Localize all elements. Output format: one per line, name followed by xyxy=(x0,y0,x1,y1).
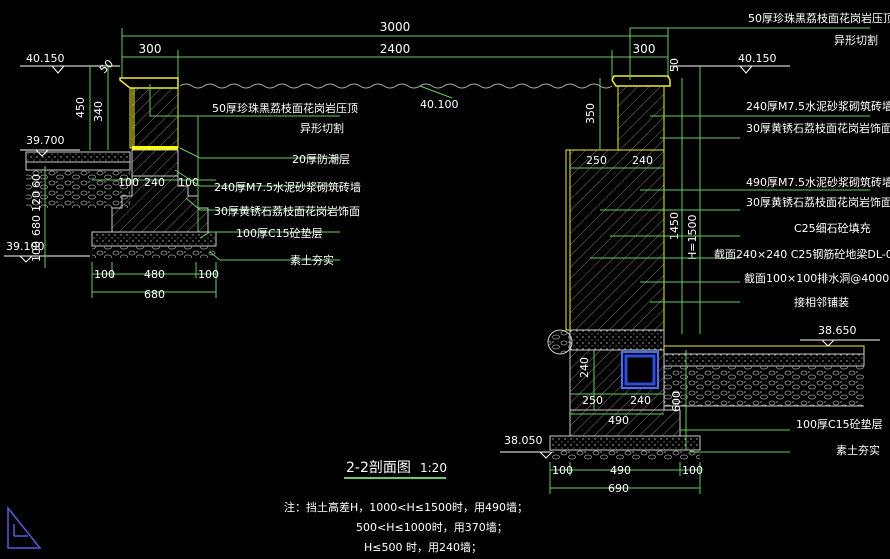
right-label-7: C25细石砼填充 xyxy=(794,221,871,235)
dim-v60: 60 xyxy=(30,174,43,188)
level-marker-top-right xyxy=(670,65,790,74)
dim-overall: 3000 xyxy=(380,20,411,34)
dim-d50b: 50 xyxy=(668,58,681,72)
level-top-right: 40.150 xyxy=(738,52,777,65)
right-label-8: 截面240×240 C25钢筋砼地梁DL-01 xyxy=(714,247,890,261)
right-label-6: 30厚黄锈石荔枝面花岗岩饰面 xyxy=(746,195,890,209)
right-label-11: 100厚C15砼垫层 xyxy=(796,417,883,431)
section-drawing: 3000 300 2400 300 40.100 40.150 40.150 3… xyxy=(4,11,890,554)
level-left-ground: 39.700 xyxy=(26,134,65,147)
level-top-left: 40.150 xyxy=(26,52,65,65)
dim-rb100a: 100 xyxy=(552,464,573,477)
left-label-4: 240厚M7.5水泥砂浆砌筑砖墙 xyxy=(214,180,361,194)
left-label-6: 100厚C15砼垫层 xyxy=(236,226,323,240)
dim-pool: 2400 xyxy=(380,42,411,56)
drawing-title: 2-2剖面图 1:20 xyxy=(344,460,447,479)
title-text: 2-2剖面图 xyxy=(346,460,411,476)
note-2: 500<H≤1000时，用370墙； xyxy=(356,520,508,534)
left-label-5: 30厚黄锈石荔枝面花岗岩饰面 xyxy=(214,204,360,218)
dim-rv600: 600 xyxy=(670,391,683,412)
right-label-3: 240厚M7.5水泥砂浆砌筑砖墙 xyxy=(746,99,890,113)
dim-w100a: 100 xyxy=(118,176,139,189)
dim-r250: 250 xyxy=(586,154,607,167)
dim-v120: 120 xyxy=(30,191,43,212)
level-right-base: 38.050 xyxy=(504,434,543,447)
dim-rb490: 490 xyxy=(610,464,631,477)
note-3: H≤500 时，用240墙； xyxy=(364,540,482,554)
ucs-icon xyxy=(7,505,42,549)
left-labels: 50厚珍珠黑荔枝面花岗岩压顶 异形切割 20厚防潮层 240厚M7.5水泥砂浆砌… xyxy=(212,101,361,267)
note-1: 注：挡土高差H，1000<H≤1500时，用490墙； xyxy=(284,500,528,514)
left-label-3: 20厚防潮层 xyxy=(292,152,350,166)
dim-r240c: 240 xyxy=(630,394,651,407)
dim-r240: 240 xyxy=(632,154,653,167)
dim-b480: 480 xyxy=(144,268,165,281)
dim-r240b: 240 xyxy=(578,357,591,378)
dim-h450: 450 xyxy=(74,97,87,118)
dim-b680: 680 xyxy=(144,288,165,301)
right-label-10: 接相邻铺装 xyxy=(794,296,849,309)
dim-b100a: 100 xyxy=(94,268,115,281)
dim-w240a: 240 xyxy=(144,176,165,189)
water-surface xyxy=(179,83,613,89)
left-label-2: 异形切割 xyxy=(300,121,344,135)
left-wall xyxy=(25,77,217,258)
right-label-9: 截面100×100排水洞@4000 xyxy=(744,271,889,285)
right-label-12: 素土夯实 xyxy=(836,443,880,457)
left-label-7: 素土夯实 xyxy=(290,253,334,267)
dim-b100b: 100 xyxy=(198,268,219,281)
dim-w100b: 100 xyxy=(178,176,199,189)
dim-h1500: H=1500 xyxy=(686,215,699,260)
right-label-5: 490厚M7.5水泥砂浆砌筑砖墙 xyxy=(746,175,890,189)
dim-left-top: 300 xyxy=(139,42,162,56)
right-label-1: 50厚珍珠黑荔枝面花岗岩压顶 xyxy=(748,11,890,25)
dim-v100: 100 xyxy=(30,241,43,262)
dim-rb100b: 100 xyxy=(682,464,703,477)
notes: 注：挡土高差H，1000<H≤1500时，用490墙； 500<H≤1000时，… xyxy=(284,500,528,554)
level-marker-right-ground xyxy=(800,339,880,347)
title-scale: 1:20 xyxy=(420,461,447,475)
level-marker-left-base xyxy=(4,255,90,263)
right-label-4: 30厚黄锈石荔枝面花岗岩饰面 xyxy=(746,121,890,135)
level-marker-right-base xyxy=(500,451,553,459)
left-label-1: 50厚珍珠黑荔枝面花岗岩压顶 xyxy=(212,101,358,115)
dim-v680: 680 xyxy=(30,215,43,236)
dim-h340: 340 xyxy=(92,101,105,122)
dim-r490: 490 xyxy=(608,414,629,427)
right-label-2: 异形切割 xyxy=(834,33,878,47)
level-water: 40.100 xyxy=(420,98,459,111)
dim-d50a: 50 xyxy=(97,57,116,76)
dim-r250b: 250 xyxy=(582,394,603,407)
dim-h350: 350 xyxy=(584,103,597,124)
level-right-ground: 38.650 xyxy=(818,324,857,337)
dim-rb690: 690 xyxy=(608,482,629,495)
dim-right-top: 300 xyxy=(633,42,656,56)
